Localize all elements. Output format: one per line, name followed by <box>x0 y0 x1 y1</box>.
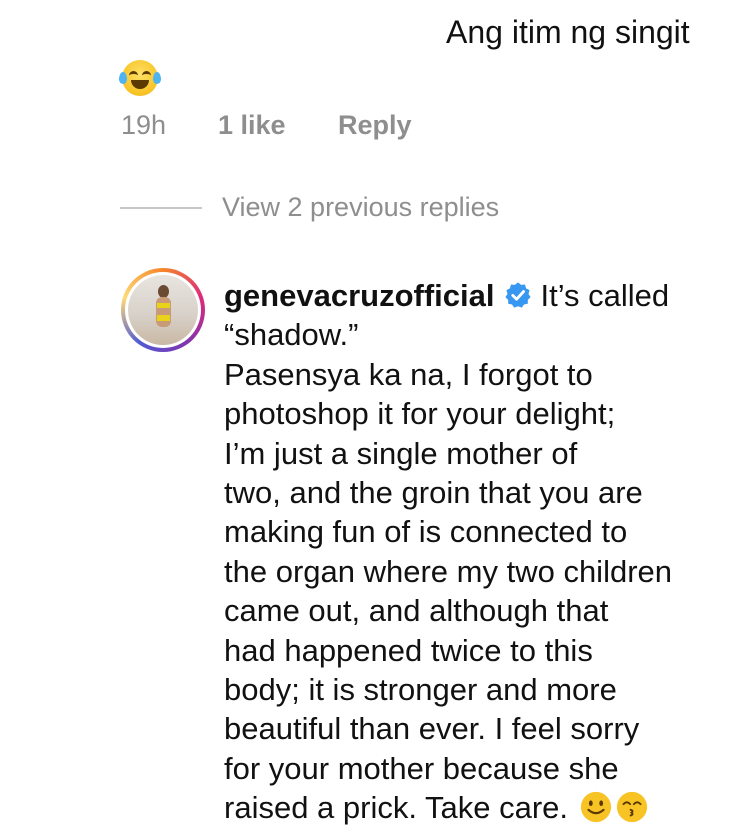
reply-line: body; it is stronger and more <box>224 672 617 708</box>
comment-timestamp: 19h <box>121 110 167 140</box>
view-replies-label: View 2 previous replies <box>222 192 500 222</box>
reply-line: making fun of is connected to <box>224 514 628 550</box>
kissing-face-icon <box>616 792 647 823</box>
reply-line: came out, and although that <box>224 593 609 629</box>
avatar-image <box>128 275 198 345</box>
username-link[interactable]: genevacruzofficial <box>224 278 494 313</box>
top-comment: Ang itim ng singit 19h 1 like Reply <box>0 0 750 160</box>
reply-line: for your mother because she <box>224 750 619 786</box>
reply-line: photoshop it for your delight; <box>224 396 616 432</box>
reply-line: two, and the groin that you are <box>224 475 643 511</box>
reply-line: I’m just a single mother of <box>224 435 578 471</box>
view-previous-replies[interactable]: View 2 previous replies <box>120 192 499 223</box>
reply-line: “shadow.” <box>224 317 359 353</box>
reply-line: had happened twice to this <box>224 632 593 668</box>
reply-line: the organ where my two children <box>224 553 673 589</box>
tears-of-joy-icon <box>119 60 161 96</box>
comment-likes-link[interactable]: 1 like <box>218 110 338 141</box>
reply-button[interactable]: Reply <box>338 110 412 141</box>
comment-text: Ang itim ng singit <box>446 14 690 50</box>
reply-line: beautiful than ever. I feel sorry <box>224 711 640 747</box>
reply-line: Pasensya ka na, I forgot to <box>224 356 593 392</box>
comment-meta: 19h 1 like Reply <box>121 110 412 141</box>
reply-line: It’s called <box>540 278 670 313</box>
verified-badge-icon <box>505 282 532 308</box>
replies-divider <box>120 206 202 209</box>
reply-comment: genevacruzofficial It’s called “shadow.”… <box>224 276 724 828</box>
reply-line: raised a prick. Take care. <box>224 790 569 826</box>
slightly-smiling-face-icon <box>580 792 611 823</box>
avatar[interactable] <box>121 268 205 352</box>
